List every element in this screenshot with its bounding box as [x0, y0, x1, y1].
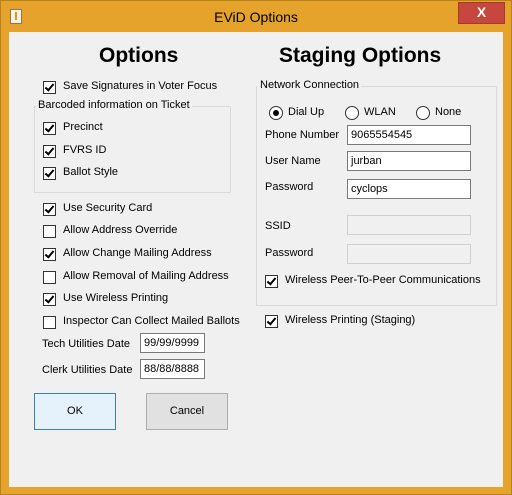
checkbox-box[interactable]	[265, 275, 278, 288]
close-button[interactable]: X	[458, 2, 505, 24]
group-title: Network Connection	[258, 79, 362, 91]
checkbox-label: Allow Address Override	[63, 224, 178, 236]
checkbox-label: Use Security Card	[63, 202, 153, 214]
checkbox-box[interactable]	[43, 225, 56, 238]
password-label: Password	[265, 181, 314, 193]
checkbox-box[interactable]	[43, 145, 56, 158]
radio-button[interactable]	[416, 106, 430, 120]
radio-label: Dial Up	[288, 106, 325, 118]
checkbox-label: Ballot Style	[63, 166, 119, 178]
ok-button[interactable]: OK	[34, 393, 116, 430]
ssid-field[interactable]	[347, 215, 471, 235]
phone-number-label: Phone Number	[265, 129, 339, 141]
tech-utilities-date-field[interactable]: 99/99/9999	[140, 333, 205, 353]
wlan-password-label: Password	[265, 247, 314, 259]
checkbox-label: Inspector Can Collect Mailed Ballots	[63, 315, 240, 327]
dialog-body: Options Save Signatures in Voter Focus B…	[9, 32, 503, 487]
checkbox-label: Save Signatures in Voter Focus	[63, 80, 218, 92]
checkbox-box[interactable]	[43, 167, 56, 180]
checkbox-label: Use Wireless Printing	[63, 292, 169, 304]
checkbox-box[interactable]	[43, 248, 56, 261]
options-heading: Options	[99, 44, 179, 67]
checkbox-box[interactable]	[43, 316, 56, 329]
radio-label: None	[435, 106, 462, 118]
checkbox-box[interactable]	[43, 122, 56, 135]
checkbox-label: FVRS ID	[63, 144, 107, 156]
user-name-field[interactable]: jurban	[347, 151, 471, 171]
cancel-button[interactable]: Cancel	[146, 393, 228, 430]
ssid-label: SSID	[265, 220, 291, 232]
password-field[interactable]: cyclops	[347, 179, 471, 199]
radio-button[interactable]	[345, 106, 359, 120]
checkbox-box[interactable]	[43, 293, 56, 306]
clerk-utilities-date-field[interactable]: 88/88/8888	[140, 359, 205, 379]
tech-utilities-date-label: Tech Utilities Date	[42, 338, 131, 350]
group-title: Barcoded information on Ticket	[36, 99, 192, 111]
title-bar[interactable]: EViD Options X	[1, 1, 511, 31]
wlan-password-field[interactable]	[347, 244, 471, 264]
phone-number-field[interactable]: 9065554545	[347, 125, 471, 145]
user-name-label: User Name	[265, 155, 321, 167]
staging-options-heading: Staging Options	[279, 44, 442, 67]
checkbox-label: Wireless Peer-To-Peer Communications	[285, 274, 481, 286]
radio-button[interactable]	[269, 106, 283, 120]
checkbox-label: Wireless Printing (Staging)	[285, 314, 416, 326]
checkbox-box[interactable]	[43, 81, 56, 94]
checkbox-box[interactable]	[265, 315, 278, 328]
evid-options-window: EViD Options X Options Save Signatures i…	[0, 0, 512, 495]
window-title: EViD Options	[214, 9, 298, 25]
clerk-utilities-date-label: Clerk Utilities Date	[42, 364, 133, 376]
checkbox-label: Allow Change Mailing Address	[63, 247, 212, 259]
checkbox-box[interactable]	[43, 203, 56, 216]
checkbox-label: Precinct	[63, 121, 103, 133]
radio-label: WLAN	[364, 106, 396, 118]
checkbox-box[interactable]	[43, 271, 56, 284]
checkbox-label: Allow Removal of Mailing Address	[63, 270, 229, 282]
